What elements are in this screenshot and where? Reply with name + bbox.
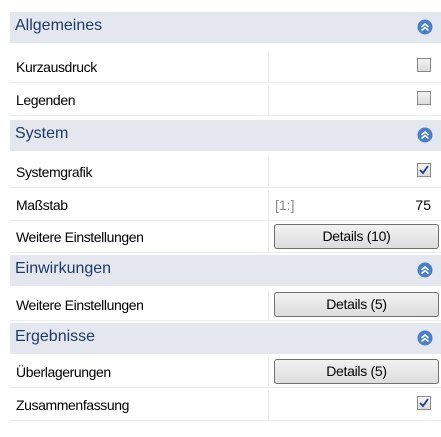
section-title: System <box>15 125 69 142</box>
property-label: Legenden <box>16 92 76 108</box>
section-header-einwirkungen[interactable]: Einwirkungen <box>10 255 441 286</box>
property-row-ueberlagerungen: Überlagerungen Details (5) <box>10 357 441 388</box>
systemgrafik-checkbox[interactable] <box>417 163 431 177</box>
property-row-weitere-einstellungen: Weitere Einstellungen Details (5) <box>10 290 441 321</box>
details-button[interactable]: Details (5) <box>274 359 439 384</box>
section-header-system[interactable]: System <box>10 120 441 151</box>
section-title: Ergebnisse <box>15 328 96 345</box>
property-label: Zusammenfassung <box>16 397 130 413</box>
property-row-legenden: Legenden <box>10 85 441 116</box>
checkmark-icon <box>419 398 429 408</box>
kurzausdruck-checkbox[interactable] <box>417 58 431 72</box>
column-divider <box>268 290 269 321</box>
column-divider <box>268 52 269 83</box>
property-label: Weitere Einstellungen <box>16 297 144 313</box>
double-chevron-up-icon[interactable] <box>417 19 433 35</box>
property-panel: Allgemeines Kurzausdruck Legenden System… <box>0 0 441 437</box>
legenden-checkbox[interactable] <box>417 91 431 105</box>
property-row-zusammenfassung: Zusammenfassung <box>10 390 441 421</box>
checkmark-icon <box>419 165 429 175</box>
double-chevron-up-icon[interactable] <box>417 127 433 143</box>
property-label: Überlagerungen <box>16 364 111 380</box>
property-row-systemgrafik: Systemgrafik <box>10 157 441 188</box>
property-label: Systemgrafik <box>16 164 93 180</box>
double-chevron-up-icon[interactable] <box>417 330 433 346</box>
section-title: Einwirkungen <box>15 260 112 277</box>
scale-value-field[interactable]: 75 <box>415 197 431 213</box>
property-label: Maßstab <box>16 197 68 213</box>
details-button[interactable]: Details (10) <box>274 224 439 249</box>
section-title: Allgemeines <box>15 17 103 34</box>
column-divider <box>268 357 269 388</box>
details-button[interactable]: Details (5) <box>274 292 439 317</box>
column-divider <box>268 390 269 421</box>
scale-ratio-prefix: [1:] <box>275 197 295 213</box>
column-divider <box>268 157 269 188</box>
column-divider <box>268 190 269 221</box>
property-row-kurzausdruck: Kurzausdruck <box>10 52 441 83</box>
column-divider <box>268 222 269 253</box>
column-divider <box>268 85 269 116</box>
section-header-allgemeines[interactable]: Allgemeines <box>10 12 441 43</box>
property-label: Weitere Einstellungen <box>16 229 144 245</box>
zusammenfassung-checkbox[interactable] <box>417 396 431 410</box>
property-label: Kurzausdruck <box>16 59 97 75</box>
property-row-weitere-einstellungen: Weitere Einstellungen Details (10) <box>10 222 441 253</box>
property-row-massstab: Maßstab [1:] 75 <box>10 190 441 221</box>
section-header-ergebnisse[interactable]: Ergebnisse <box>10 323 441 354</box>
double-chevron-up-icon[interactable] <box>417 262 433 278</box>
